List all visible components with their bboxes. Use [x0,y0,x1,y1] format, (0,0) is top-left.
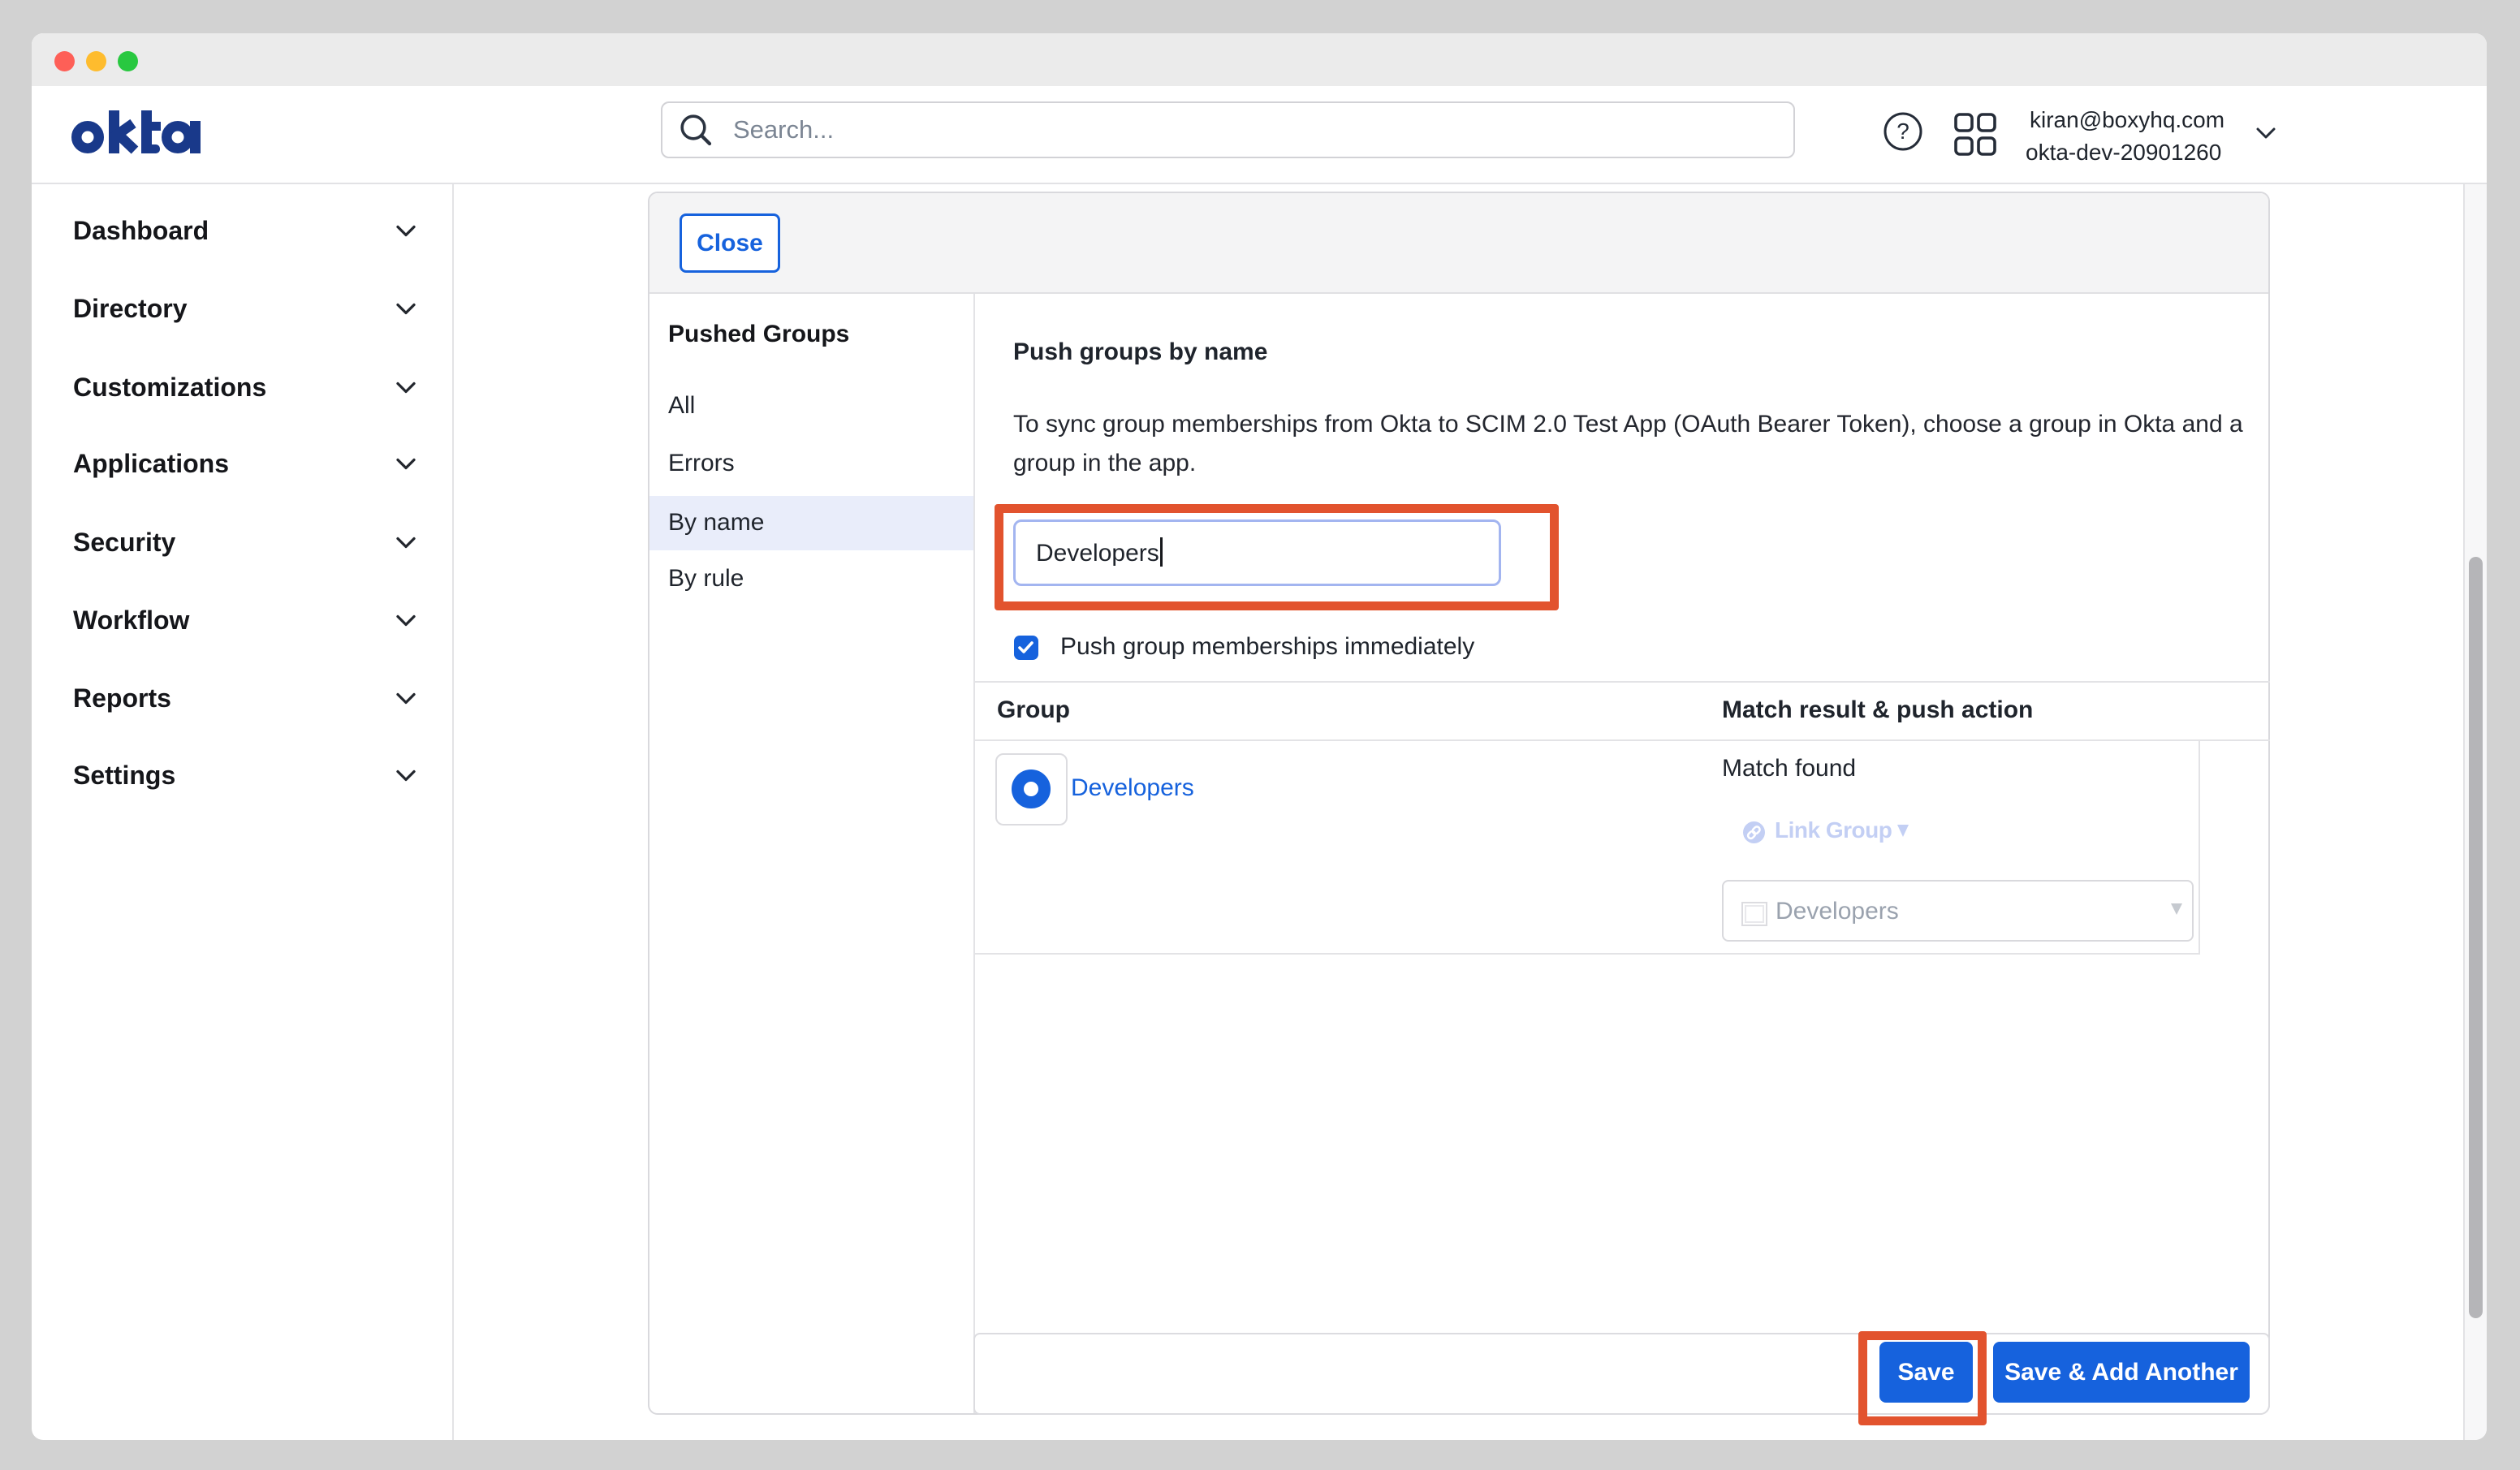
svg-text:?: ? [1896,119,1909,144]
